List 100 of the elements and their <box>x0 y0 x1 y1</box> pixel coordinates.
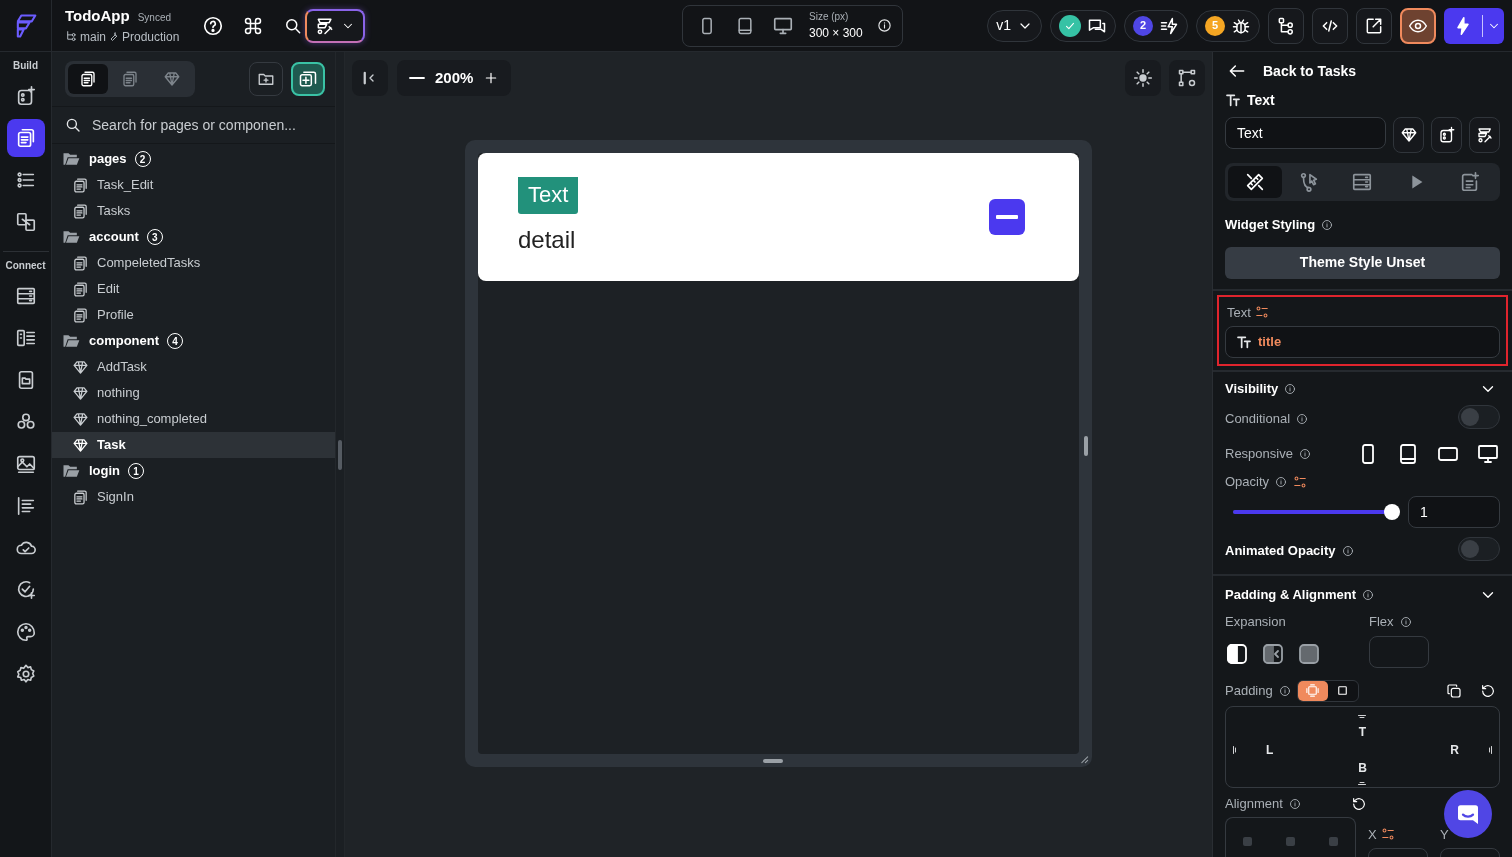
side-label: L <box>1265 741 1274 759</box>
folder-name: login <box>89 462 121 481</box>
tree-item[interactable]: SignIn <box>52 484 335 510</box>
theme-style-button[interactable]: Theme Style Unset <box>1225 246 1500 279</box>
folder-row[interactable]: pages 2 <box>52 146 335 172</box>
back-link[interactable]: Back to Tasks <box>1263 60 1357 82</box>
add-page-icon <box>298 69 318 89</box>
add-widget-button[interactable] <box>1431 117 1462 153</box>
tree-item[interactable]: nothing <box>52 380 335 406</box>
nav-button[interactable] <box>6 119 45 157</box>
field-label: Alignment <box>1225 794 1283 813</box>
side-label: R <box>1450 741 1460 759</box>
property-tab[interactable] <box>1228 166 1282 198</box>
branch-name: main <box>80 28 106 46</box>
expansion-option[interactable] <box>1225 641 1249 666</box>
text-type-icon <box>1225 92 1241 108</box>
field-label: Text <box>1227 303 1251 322</box>
resize-handle[interactable] <box>1084 436 1088 456</box>
info-icon <box>1341 545 1354 557</box>
branch-icon <box>65 30 78 44</box>
desktop-icon <box>1476 442 1500 466</box>
tree-item[interactable]: Profile <box>52 302 335 328</box>
tree-item[interactable]: Edit <box>52 276 335 302</box>
side-label: B <box>1358 759 1367 777</box>
component-button[interactable] <box>1393 117 1424 153</box>
toggle-switch[interactable] <box>1458 404 1500 429</box>
filled-square-icon <box>1297 641 1321 666</box>
toggle-switch[interactable] <box>1458 536 1500 561</box>
run-button[interactable] <box>1444 7 1504 44</box>
slider-thumb[interactable] <box>1384 504 1400 520</box>
page-icon <box>72 306 89 324</box>
minus-icon <box>996 215 1018 219</box>
page-icon <box>72 488 89 506</box>
version-button[interactable]: v1 <box>987 9 1042 42</box>
database-icon <box>1351 171 1374 193</box>
branch-button[interactable] <box>1268 7 1304 44</box>
resize-handle[interactable] <box>763 759 783 763</box>
pages-components-icon <box>79 70 97 88</box>
name-field[interactable]: Text <box>1225 117 1386 149</box>
theme-button[interactable] <box>1125 60 1161 96</box>
add-widget-icon <box>1437 126 1456 144</box>
section-label: Widget Styling <box>1225 216 1316 234</box>
scrollbar-thumb <box>338 440 342 470</box>
device-toggle[interactable] <box>1476 442 1500 466</box>
field-label: Expansion <box>1225 613 1287 631</box>
folder-row[interactable]: login 1 <box>52 458 335 484</box>
page-icon <box>72 254 89 272</box>
table-icon <box>14 327 37 349</box>
vector-button[interactable] <box>1169 60 1205 96</box>
zoom-level: 200% <box>435 67 474 88</box>
expansion-option[interactable] <box>1261 641 1285 666</box>
search-field[interactable]: Search for pages or componen... <box>92 114 323 136</box>
reset-icon <box>1350 795 1367 812</box>
info-icon <box>1296 413 1309 425</box>
branch-icon <box>1276 15 1296 36</box>
tree-item[interactable]: AddTask <box>52 354 335 380</box>
new-folder-button[interactable] <box>249 62 283 96</box>
diamond-icon <box>1399 126 1418 144</box>
folder-row[interactable]: account 3 <box>52 224 335 250</box>
padding-editor[interactable]: T L R B <box>1225 705 1500 788</box>
reset-icon <box>1480 682 1496 699</box>
tree-item[interactable]: Task <box>52 432 335 458</box>
field-label: Padding <box>1225 681 1273 700</box>
widget-tools-button[interactable] <box>305 8 366 43</box>
tree-item[interactable]: Tasks <box>52 198 335 224</box>
opacity-field[interactable]: 1 <box>1408 496 1500 528</box>
page-icon <box>72 202 89 220</box>
expansion-option[interactable] <box>1297 641 1321 666</box>
component-icon <box>72 410 89 428</box>
open-button[interactable] <box>1356 7 1392 44</box>
text-value-field[interactable]: title <box>1225 326 1500 358</box>
list-icon <box>14 169 37 191</box>
tree-item[interactable]: Task_Edit <box>52 172 335 198</box>
tools-icon <box>1475 126 1494 144</box>
padding-mode[interactable] <box>1297 680 1328 701</box>
add-page-button[interactable] <box>291 62 325 96</box>
view-tab[interactable] <box>68 64 108 94</box>
info-icon <box>1275 476 1288 488</box>
component-icon <box>72 436 89 454</box>
tree-item[interactable]: CompeletedTasks <box>52 250 335 276</box>
preview-button[interactable] <box>1400 7 1436 44</box>
palette-icon <box>14 621 37 643</box>
code-button[interactable] <box>1312 7 1348 44</box>
issue-count: 2 <box>1133 15 1153 36</box>
database-icon <box>14 285 37 307</box>
folder-name: component <box>89 332 160 351</box>
status-button[interactable] <box>1050 9 1116 42</box>
section-title: Padding & Alignment <box>1225 586 1356 605</box>
tree-item[interactable]: nothing_completed <box>52 406 335 432</box>
remove-button[interactable] <box>989 199 1025 235</box>
collapse-button[interactable] <box>352 60 388 96</box>
detail-text: detail <box>518 224 577 255</box>
field-label: Flex <box>1369 613 1394 631</box>
folder-row[interactable]: component 4 <box>52 328 335 354</box>
actions-button[interactable]: 2 <box>1124 9 1188 42</box>
tools-button[interactable] <box>1469 117 1500 153</box>
info-icon <box>876 18 892 33</box>
padding-all-icon <box>1305 683 1321 698</box>
flex-field[interactable] <box>1369 635 1429 668</box>
command-icon <box>243 15 264 36</box>
